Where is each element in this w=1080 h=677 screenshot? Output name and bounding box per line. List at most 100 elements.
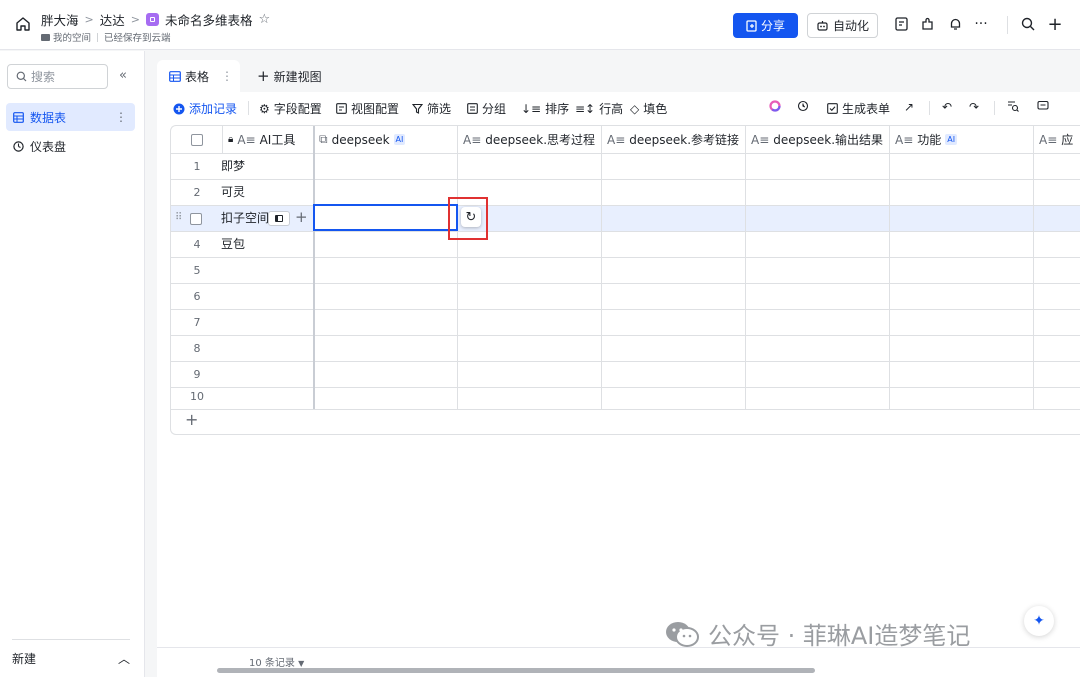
cell-ai-tool[interactable]: 豆包 (221, 232, 311, 257)
cell-ai-tool[interactable]: 扣子空间 (221, 206, 269, 231)
table-row[interactable]: 6 (171, 284, 1080, 310)
column-header-output[interactable]: A≡ deepseek.输出结果 (746, 126, 890, 154)
table-row[interactable]: 2 可灵 (171, 180, 1080, 206)
table-row[interactable]: 10 (171, 384, 1080, 410)
automation-button[interactable]: 自动化 (807, 13, 878, 38)
table-row-selected[interactable]: ⠿ 扣子空间 + (171, 206, 1080, 232)
new-view-label: 新建视图 (273, 69, 322, 84)
column-label: deepseek.参考链接 (629, 133, 740, 147)
column-label: 功能 (917, 133, 942, 147)
sort-icon: ↓≡ (521, 101, 542, 116)
add-record-button[interactable]: 添加记录 (173, 100, 237, 117)
chevron-up-icon[interactable]: ︿ (118, 650, 130, 667)
new-button[interactable]: 新建 (12, 650, 36, 667)
table-row[interactable]: 8 (171, 336, 1080, 362)
column-header-thinking[interactable]: A≡ deepseek.思考过程 (458, 126, 602, 154)
column-label: deepseek (331, 132, 390, 147)
gear-icon: ⚙ (259, 101, 270, 116)
column-header-feature[interactable]: A≡ 功能 AI (890, 126, 1034, 154)
view-config-button[interactable]: 视图配置 (336, 100, 399, 117)
comment-button[interactable] (1037, 100, 1049, 112)
row-number: 10 (190, 390, 204, 403)
sort-button[interactable]: ↓≡ 排序 (521, 100, 569, 117)
table-row[interactable]: 4 豆包 (171, 232, 1080, 258)
active-cell-deepseek[interactable] (313, 204, 458, 231)
field-config-button[interactable]: ⚙ 字段配置 (259, 100, 322, 117)
group-icon (467, 103, 478, 114)
table-row[interactable]: 5 (171, 258, 1080, 284)
horizontal-scrollbar[interactable] (217, 668, 815, 673)
sidebar-item-dashboard[interactable]: 仪表盘 (6, 132, 135, 160)
collapse-sidebar-icon[interactable]: « (119, 68, 127, 83)
view-config-label: 视图配置 (351, 102, 400, 116)
more-icon[interactable]: ⋮ (221, 69, 233, 83)
select-all-checkbox[interactable] (190, 133, 203, 146)
search-input[interactable]: 搜索 (7, 64, 108, 89)
new-view-button[interactable]: + 新建视图 (257, 60, 322, 92)
sort-label: 排序 (545, 102, 570, 116)
redo-icon: ↷ (969, 100, 980, 114)
share-label: 分享 (760, 19, 785, 33)
column-label: deepseek.思考过程 (485, 133, 596, 147)
ai-badge: AI (393, 134, 406, 145)
record-count[interactable]: 10 条记录 ▼ (249, 654, 304, 669)
fill-color-button[interactable]: ◇ 填色 (630, 100, 667, 117)
breadcrumb-item[interactable]: 达达 (100, 10, 125, 29)
robot-icon (817, 20, 828, 31)
tab-label: 表格 (185, 69, 210, 84)
annotation-highlight-box (448, 197, 488, 240)
cell-ai-tool[interactable]: 即梦 (221, 154, 311, 179)
column-header-links[interactable]: A≡ deepseek.参考链接 (602, 126, 746, 154)
search-icon[interactable] (1020, 16, 1036, 32)
ai-sparkle-button[interactable]: ✦ (1024, 606, 1054, 636)
plugin-icon[interactable] (920, 16, 936, 32)
more-icon[interactable]: ⋮ (115, 110, 127, 124)
workspace-label[interactable]: 我的空间 (53, 33, 91, 44)
row-checkbox[interactable] (190, 213, 202, 225)
field-config-label: 字段配置 (273, 102, 322, 116)
star-icon[interactable]: ☆ (258, 12, 270, 27)
toolbar: 添加记录 ⚙ 字段配置 视图配置 筛选 分组 ↓≡ 排序 ≡↕ 行高 ◇ 填色 … (157, 92, 1080, 124)
cell-ai-tool[interactable]: 可灵 (221, 180, 311, 205)
fill-color-label: 填色 (643, 102, 668, 116)
add-icon[interactable]: + (295, 208, 308, 226)
ai-assistant-button[interactable] (769, 100, 781, 112)
add-record-label: 添加记录 (189, 102, 238, 116)
document-icon[interactable] (893, 16, 909, 32)
drag-handle-icon[interactable]: ⠿ (175, 212, 182, 223)
plus-icon[interactable]: + (1047, 14, 1063, 35)
filter-label: 筛选 (427, 102, 452, 116)
column-header-ai-tools[interactable]: 🔒︎ A≡ AI工具 (223, 126, 314, 154)
more-icon[interactable]: ··· (973, 16, 989, 32)
document-title[interactable]: 未命名多维表格 (165, 10, 253, 29)
search-icon (1008, 101, 1019, 112)
home-icon[interactable] (14, 15, 32, 33)
sidebar-item-datatable[interactable]: 数据表 ⋮ (6, 103, 135, 131)
generate-form-button[interactable]: 生成表单 (827, 100, 890, 117)
divider (929, 101, 930, 115)
group-button[interactable]: 分组 (467, 100, 506, 117)
column-header-deepseek[interactable]: ⧉ deepseek AI (314, 126, 458, 154)
expand-record-icon[interactable] (268, 211, 290, 226)
search-icon (16, 71, 27, 82)
table-row[interactable]: 1 即梦 (171, 154, 1080, 180)
row-height-button[interactable]: ≡↕ 行高 (575, 100, 623, 117)
select-all-header (171, 126, 223, 154)
tab-grid-view[interactable]: 表格 ⋮ (157, 60, 240, 92)
share-view-button[interactable]: ↗ (904, 100, 914, 114)
table-row[interactable]: 7 (171, 310, 1080, 336)
breadcrumb-item[interactable]: 胖大海 (41, 10, 79, 29)
search-records-button[interactable] (1007, 100, 1019, 112)
sidebar-item-label: 数据表 (30, 110, 67, 125)
redo-button[interactable]: ↷ (969, 100, 979, 114)
column-header-application[interactable]: A≡ 应 (1034, 126, 1080, 154)
add-row-icon[interactable]: + (185, 410, 198, 429)
history-button[interactable] (797, 100, 809, 112)
share-button[interactable]: 分享 (733, 13, 798, 38)
undo-button[interactable]: ↶ (942, 100, 952, 114)
form-icon (827, 103, 838, 114)
table-icon (13, 111, 24, 123)
bell-icon[interactable] (947, 16, 963, 32)
filter-icon (412, 103, 423, 114)
filter-button[interactable]: 筛选 (412, 100, 451, 117)
